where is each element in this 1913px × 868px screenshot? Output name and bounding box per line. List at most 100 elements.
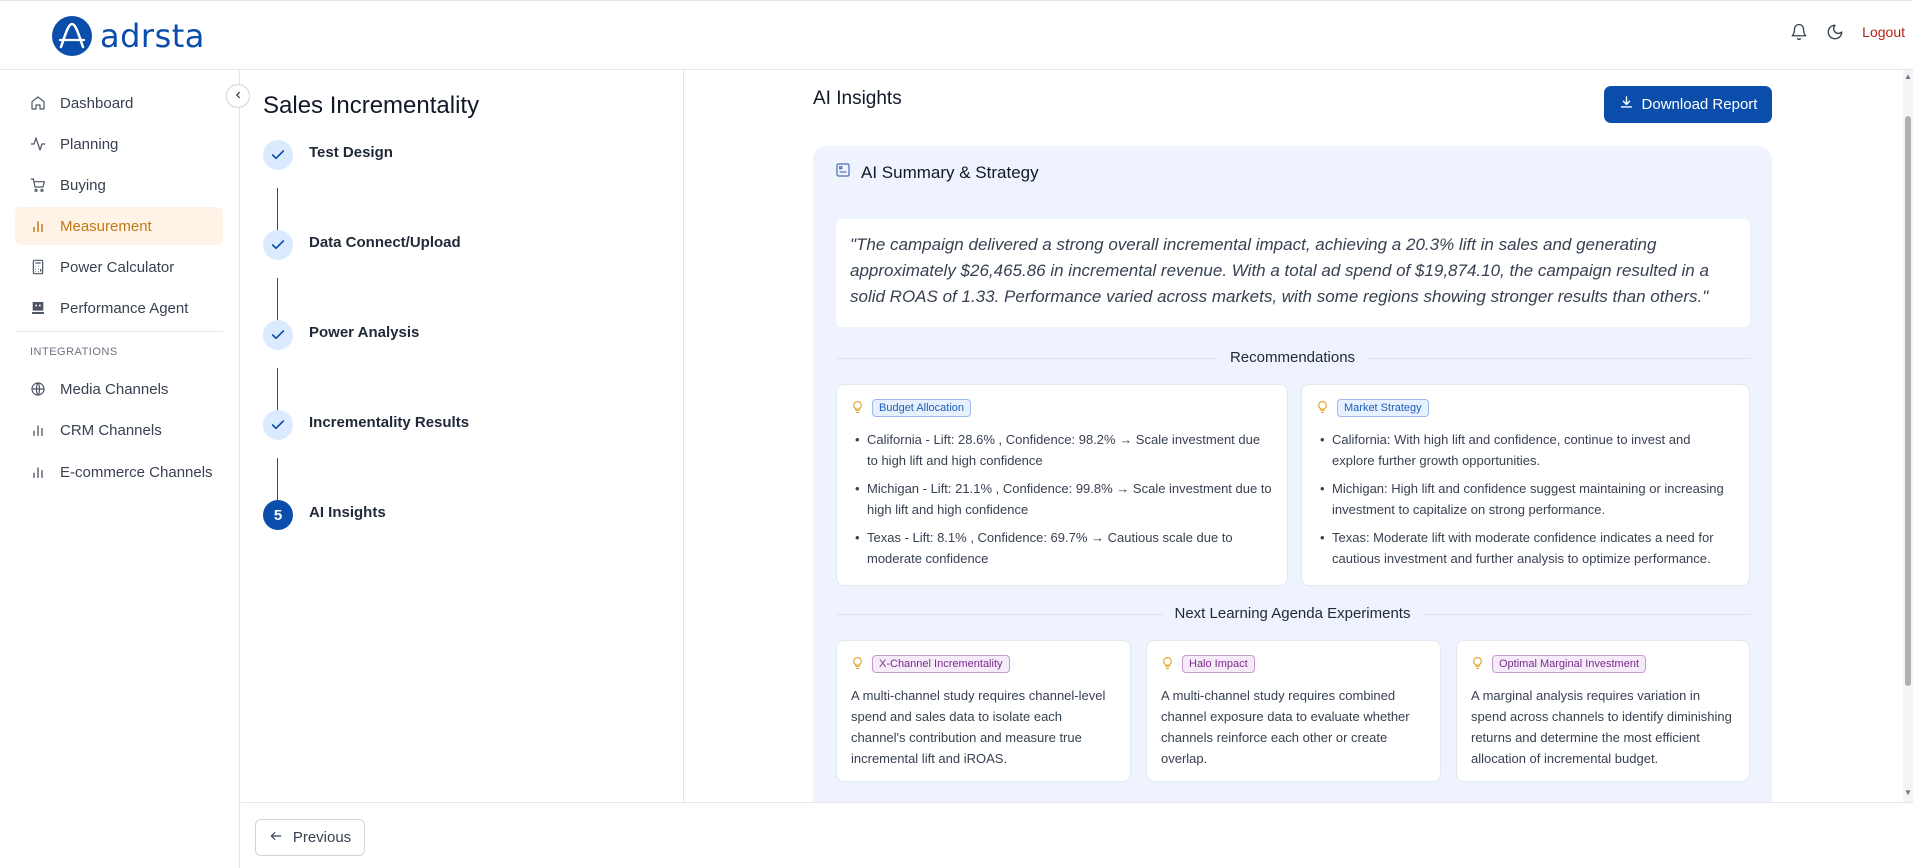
chevron-left-icon (233, 89, 243, 103)
scroll-up-arrow-icon[interactable]: ▲ (1904, 72, 1912, 81)
step-label: Data Connect/Upload (309, 233, 461, 251)
sidebar-item-label: Dashboard (60, 94, 134, 112)
logout-link[interactable]: Logout (1862, 24, 1905, 40)
step-number-badge: 5 (263, 500, 293, 530)
top-bar: adrsta Logout (0, 0, 1913, 70)
calculator-icon (30, 259, 46, 275)
sidebar-item-measurement[interactable]: Measurement (15, 207, 223, 245)
lightbulb-icon (1161, 656, 1174, 673)
experiment-description: A multi-channel study requires combined … (1161, 688, 1410, 766)
logo-mark-icon (52, 16, 92, 56)
home-icon (30, 95, 46, 111)
bar-chart-icon (30, 218, 46, 234)
previous-label: Previous (292, 829, 352, 846)
experiment-card-marginal: Optimal Marginal Investment A marginal a… (1456, 640, 1750, 782)
footer-bar: Previous (241, 802, 1913, 868)
sidebar-item-ecommerce-channels[interactable]: E-commerce Channels (15, 453, 223, 491)
recommendations-title: Recommendations (1217, 349, 1368, 366)
list-item: Michigan: High lift and confidence sugge… (1316, 478, 1735, 520)
sidebar-item-label: Power Calculator (60, 258, 175, 276)
main-content: AI Insights Download Report AI Summary &… (685, 70, 1905, 802)
sidebar-item-label: E-commerce Channels (60, 463, 213, 481)
list-item: California - Lift: 28.6% , Confidence: 9… (851, 429, 1273, 471)
section-title-ai-insights: AI Insights (813, 88, 902, 109)
list-item: California: With high lift and confidenc… (1316, 429, 1735, 471)
lightbulb-icon (851, 656, 864, 673)
check-icon (263, 410, 293, 440)
list-item: Michigan - Lift: 21.1% , Confidence: 99.… (851, 478, 1273, 520)
sidebar-item-label: Planning (60, 135, 119, 153)
sidebar-item-buying[interactable]: Buying (15, 166, 223, 204)
tag-market-strategy: Market Strategy (1337, 399, 1429, 417)
experiment-card-halo: Halo Impact A multi-channel study requir… (1146, 640, 1441, 782)
sidebar-item-crm-channels[interactable]: CRM Channels (15, 411, 223, 449)
check-icon (263, 320, 293, 350)
agenda-heading: Next Learning Agenda Experiments (813, 605, 1772, 622)
step-connector (277, 188, 278, 232)
step-label: AI Insights (309, 503, 386, 521)
sidebar-item-planning[interactable]: Planning (15, 125, 223, 163)
recommendation-card-market: Market Strategy California: With high li… (1301, 384, 1750, 586)
scroll-thumb[interactable] (1905, 116, 1911, 686)
ai-summary-panel: AI Summary & Strategy "The campaign deli… (813, 146, 1772, 802)
sidebar-item-dashboard[interactable]: Dashboard (15, 84, 223, 122)
list-item: Texas: Moderate lift with moderate confi… (1316, 527, 1735, 569)
lightbulb-icon (1471, 656, 1484, 673)
experiment-description: A marginal analysis requires variation i… (1471, 688, 1732, 766)
sidebar-item-label: Performance Agent (60, 299, 189, 317)
brand-logo[interactable]: adrsta (52, 16, 205, 56)
lightbulb-icon (1316, 400, 1329, 417)
sidebar-item-label: Buying (60, 176, 106, 194)
tag-x-channel-incrementality: X-Channel Incrementality (872, 655, 1010, 673)
main-scrollbar[interactable]: ▲ ▼ (1903, 70, 1913, 802)
moon-icon[interactable] (1826, 23, 1844, 41)
lightbulb-icon (851, 400, 864, 417)
activity-icon (30, 136, 46, 152)
step-label: Incrementality Results (309, 413, 470, 431)
list-item: Texas - Lift: 8.1% , Confidence: 69.7% →… (851, 527, 1273, 569)
tag-halo-impact: Halo Impact (1182, 655, 1255, 673)
bell-icon[interactable] (1790, 23, 1808, 41)
check-icon (263, 140, 293, 170)
globe-icon (30, 381, 46, 397)
tag-optimal-marginal-investment: Optimal Marginal Investment (1492, 655, 1646, 673)
agent-icon (30, 300, 46, 316)
step-ai-insights[interactable]: 5 AI Insights (263, 500, 386, 530)
recommendation-card-budget: Budget Allocation California - Lift: 28.… (836, 384, 1288, 586)
cart-icon (30, 177, 46, 193)
sidebar-item-media-channels[interactable]: Media Channels (15, 370, 223, 408)
page-title: Sales Incrementality (263, 92, 480, 119)
sidebar-section-label: INTEGRATIONS (30, 346, 118, 358)
download-report-button[interactable]: Download Report (1604, 86, 1772, 123)
sidebar-item-performance-agent[interactable]: Performance Agent (15, 289, 223, 327)
download-icon (1619, 95, 1634, 114)
step-connector (277, 458, 278, 502)
sidebar-collapse-button[interactable] (226, 84, 250, 108)
experiment-description: A multi-channel study requires channel-l… (851, 688, 1106, 766)
robot-icon (835, 162, 851, 183)
arrow-left-icon (269, 829, 283, 847)
step-incrementality-results[interactable]: Incrementality Results (263, 410, 469, 440)
step-data-connect-upload[interactable]: Data Connect/Upload (263, 230, 461, 260)
sidebar-divider (15, 331, 223, 332)
bar-chart-icon (30, 422, 46, 438)
sidebar-item-power-calculator[interactable]: Power Calculator (15, 248, 223, 286)
sidebar-item-label: Media Channels (60, 380, 169, 398)
scroll-down-arrow-icon[interactable]: ▼ (1904, 788, 1912, 797)
step-test-design[interactable]: Test Design (263, 140, 393, 170)
step-connector (277, 368, 278, 412)
bar-chart-icon (30, 464, 46, 480)
step-power-analysis[interactable]: Power Analysis (263, 320, 419, 350)
step-connector (277, 278, 278, 322)
previous-button[interactable]: Previous (255, 819, 365, 856)
sidebar-item-label: CRM Channels (60, 421, 162, 439)
step-label: Power Analysis (309, 323, 420, 341)
panel-title: AI Summary & Strategy (861, 162, 1039, 182)
ai-summary-text: "The campaign delivered a strong overall… (836, 219, 1750, 327)
tag-budget-allocation: Budget Allocation (872, 399, 972, 417)
step-label: Test Design (309, 143, 393, 161)
check-icon (263, 230, 293, 260)
agenda-title: Next Learning Agenda Experiments (1162, 605, 1423, 622)
sidebar-item-label: Measurement (60, 217, 152, 235)
experiment-card-x-channel: X-Channel Incrementality A multi-channel… (836, 640, 1131, 782)
